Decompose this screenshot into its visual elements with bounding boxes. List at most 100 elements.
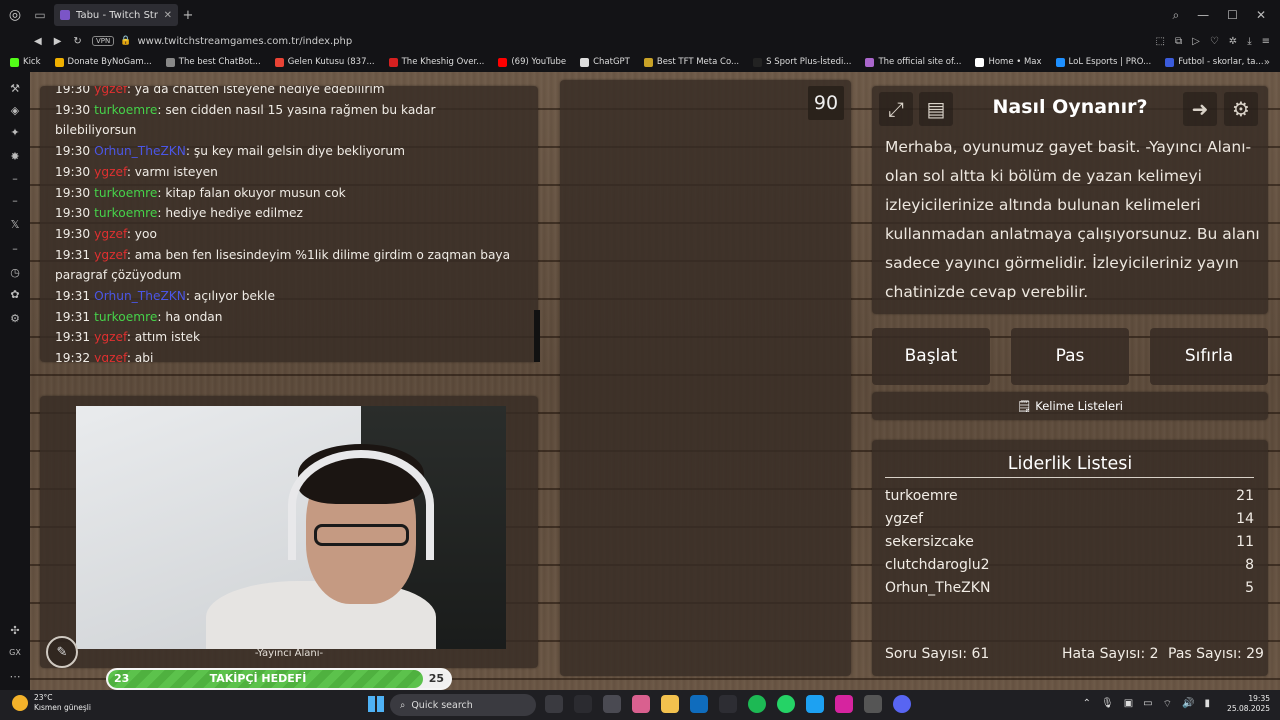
tab-islands-icon[interactable]: ▭ xyxy=(30,0,50,30)
chat-scrollbar[interactable] xyxy=(534,310,540,362)
vpn-badge[interactable]: VPN xyxy=(92,36,115,46)
twitter-icon[interactable] xyxy=(806,695,824,713)
history-icon[interactable]: ◷ xyxy=(0,266,30,279)
player-icon[interactable]: ✿ xyxy=(0,288,30,301)
bookmark-favicon-icon xyxy=(975,57,985,67)
settings-icon[interactable]: ⚙ xyxy=(0,312,30,325)
chat-username[interactable]: Orhun_TheZKN xyxy=(94,144,186,158)
bookmark-item[interactable]: Donate ByNoGam... xyxy=(54,57,152,67)
outlook-icon[interactable] xyxy=(690,695,708,713)
x-icon[interactable]: 𝕏 xyxy=(0,218,30,231)
bookmark-item[interactable]: The official site of... xyxy=(865,57,961,67)
bookmark-item[interactable]: Home • Max xyxy=(975,57,1042,67)
bookmark-item[interactable]: The Kheshig Over... xyxy=(388,57,484,67)
discord-icon[interactable] xyxy=(893,695,911,713)
battery-icon[interactable]: ▮ xyxy=(1204,698,1210,711)
tray-chevron-icon[interactable]: ⌃ xyxy=(1083,698,1091,711)
volume-icon[interactable]: 🔊 xyxy=(1182,698,1194,711)
instagram-icon[interactable] xyxy=(835,695,853,713)
steam-icon[interactable] xyxy=(864,695,882,713)
close-window-icon[interactable]: ✕ xyxy=(1256,8,1266,22)
windows-start-icon[interactable] xyxy=(368,696,384,712)
bookmark-item[interactable]: Kick xyxy=(10,57,41,67)
microphone-icon[interactable]: 🎙 xyxy=(1101,698,1114,711)
task-view-icon[interactable] xyxy=(545,695,563,713)
player-icon[interactable]: ▷ xyxy=(1192,36,1200,47)
bookmark-item[interactable]: (69) YouTube xyxy=(498,57,566,67)
extension-icon[interactable]: ⬚ xyxy=(1156,36,1165,47)
display-icon[interactable]: ▭ xyxy=(1143,698,1152,711)
maximize-icon[interactable]: ☐ xyxy=(1227,8,1238,22)
instagram-icon[interactable]: – xyxy=(0,194,30,207)
bookmark-item[interactable]: Best TFT Meta Co... xyxy=(643,57,739,67)
copilot-icon[interactable] xyxy=(632,695,650,713)
url-field[interactable]: www.twitchstreamgames.com.tr/index.php xyxy=(137,36,352,47)
chat-username[interactable]: turkoemre xyxy=(94,186,157,200)
word-lists-button[interactable]: 🗒 Kelime Listeleri xyxy=(872,392,1268,420)
chat-username[interactable]: Orhun_TheZKN xyxy=(94,289,186,303)
chat-time: 19:31 xyxy=(55,309,91,324)
twitch-icon[interactable]: ✦ xyxy=(0,126,30,139)
more-bookmarks-icon[interactable]: » xyxy=(1264,52,1270,72)
weather-widget[interactable]: 23°C Kısmen güneşli xyxy=(12,693,91,713)
game-page: 19:30 ygzef: ya da chatten isteyene hediy… xyxy=(30,72,1280,690)
gx-icon[interactable]: GX xyxy=(0,648,30,657)
bookmark-item[interactable]: ChatGPT xyxy=(580,57,630,67)
opera-gx-icon[interactable] xyxy=(719,695,737,713)
search-icon: ⌕ xyxy=(400,699,406,711)
store-icon[interactable] xyxy=(603,695,621,713)
minimize-icon[interactable]: — xyxy=(1197,8,1209,22)
how-to-play-title: Nasıl Oynanır? xyxy=(992,96,1148,118)
bookmark-label: The best ChatBot... xyxy=(178,57,261,67)
discord-icon[interactable]: ✸ xyxy=(0,150,30,163)
aria-icon[interactable]: ⚒ xyxy=(0,82,30,95)
chat-username[interactable]: turkoemre xyxy=(94,310,157,324)
whatsapp-icon[interactable] xyxy=(777,695,795,713)
leaderboard-row: turkoemre 21 xyxy=(885,488,1254,504)
chat-message: 19:31 turkoemre: ha ondan xyxy=(55,307,520,328)
chat-username[interactable]: ygzef xyxy=(94,165,127,179)
bookmark-favicon-icon xyxy=(753,57,763,67)
chat-username[interactable]: ygzef xyxy=(94,351,127,362)
lock-icon[interactable]: 🔒 xyxy=(120,36,131,46)
extensions-icon[interactable]: ✲ xyxy=(1229,36,1237,47)
start-button[interactable]: Başlat xyxy=(872,328,990,385)
widgets-icon[interactable] xyxy=(574,695,592,713)
bookmark-item[interactable]: The best ChatBot... xyxy=(165,57,261,67)
chat-username[interactable]: ygzef xyxy=(94,330,127,344)
reload-icon[interactable]: ↻ xyxy=(73,36,81,47)
taskbar-search[interactable]: ⌕ Quick search xyxy=(390,694,536,716)
chat-username[interactable]: turkoemre xyxy=(94,103,157,117)
more-icon[interactable]: ⋯ xyxy=(0,670,30,683)
heart-icon[interactable]: ♡ xyxy=(1210,36,1219,47)
crypto-wallet-icon[interactable]: ◈ xyxy=(0,104,30,117)
bookmark-item[interactable]: S Sport Plus-İstedi... xyxy=(753,57,851,67)
chat-username[interactable]: ygzef xyxy=(94,248,127,262)
close-tab-icon[interactable]: ✕ xyxy=(164,10,172,21)
bookmark-item[interactable]: Gelen Kutusu (837... xyxy=(274,57,375,67)
clock-time: 19:35 xyxy=(1248,694,1270,703)
search-tabs-icon[interactable]: ⌕ xyxy=(1172,8,1179,23)
opera-logo-icon[interactable]: ◎ xyxy=(0,0,30,30)
back-icon[interactable]: ◀ xyxy=(34,36,42,47)
wifi-icon[interactable]: ⌔ xyxy=(1163,698,1172,711)
active-tab[interactable]: Tabu - Twitch Stream Gam ✕ xyxy=(54,4,178,26)
pass-button[interactable]: Pas xyxy=(1011,328,1129,385)
taskbar-clock[interactable]: 19:35 25.08.2025 xyxy=(1227,694,1270,714)
new-tab-button[interactable]: + xyxy=(178,8,198,23)
tray-app-icon[interactable]: ▣ xyxy=(1124,698,1133,711)
chat-username[interactable]: ygzef xyxy=(94,86,127,96)
bookmark-item[interactable]: Futbol - skorlar, ta... xyxy=(1165,57,1264,67)
forward-icon[interactable]: ▶ xyxy=(54,36,62,47)
spotify-icon[interactable] xyxy=(748,695,766,713)
gx-control-icon[interactable]: ✣ xyxy=(0,624,30,637)
reset-button[interactable]: Sıfırla xyxy=(1150,328,1268,385)
menu-icon[interactable]: ≡ xyxy=(1262,36,1270,47)
file-explorer-icon[interactable] xyxy=(661,695,679,713)
snapshot-icon[interactable]: ⧉ xyxy=(1175,36,1182,47)
chat-username[interactable]: turkoemre xyxy=(94,206,157,220)
chat-username[interactable]: ygzef xyxy=(94,227,127,241)
edit-pencil-button[interactable]: ✎ xyxy=(46,636,78,668)
bookmark-item[interactable]: LoL Esports | PRO... xyxy=(1055,57,1151,67)
download-icon[interactable]: ⤓ xyxy=(1247,36,1251,47)
